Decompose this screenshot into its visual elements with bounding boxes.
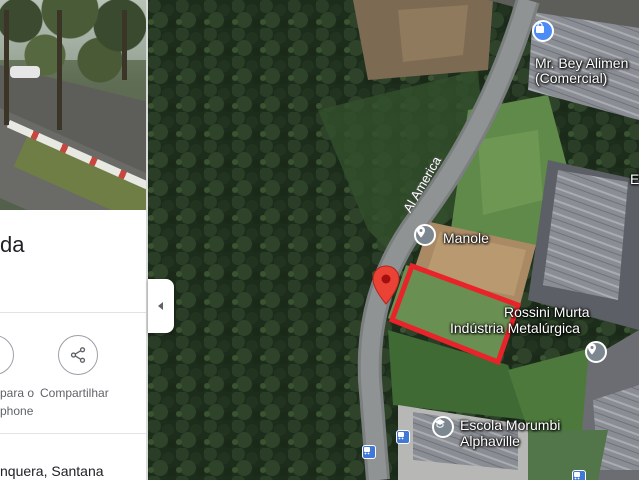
share-label: Compartilhar — [40, 386, 109, 400]
photo-tree-trunk — [4, 10, 9, 125]
panel-edge — [146, 0, 148, 480]
share-icon — [70, 347, 86, 363]
collapse-panel-button[interactable] — [148, 279, 174, 333]
property-boundary-outline — [388, 262, 522, 366]
poi-partial-label[interactable]: E — [630, 172, 639, 187]
shopping-bag-icon — [536, 22, 544, 33]
school-icon — [435, 419, 445, 428]
send-to-phone-label-line1: para o — [0, 386, 35, 400]
poi-rossini-name[interactable]: Rossini Murta — [504, 305, 590, 320]
poi-mr-bey-category: (Comercial) — [535, 70, 608, 86]
bus-stop-icon[interactable] — [572, 470, 586, 480]
poi-mr-bey-name[interactable]: Mr. Bey Alimen — [535, 56, 628, 71]
divider — [0, 312, 146, 313]
poi-escola-name-line2: Alphaville — [460, 433, 520, 449]
poi-manole-marker[interactable] — [414, 224, 436, 246]
map-pin-icon — [588, 343, 596, 355]
poi-rossini-category: Indústria Metalúrgica — [450, 320, 580, 336]
place-title: da — [0, 232, 25, 257]
map-pin-icon — [417, 226, 425, 238]
poi-mr-bey-marker[interactable] — [532, 20, 554, 42]
poi-manole-name[interactable]: Manole — [443, 231, 489, 246]
photo-car — [10, 66, 40, 78]
chevron-left-icon — [158, 302, 163, 310]
poi-rossini-marker[interactable] — [585, 341, 607, 363]
photo-tree-trunk — [57, 10, 62, 130]
bus-stop-icon[interactable] — [362, 445, 376, 459]
poi-escola-name[interactable]: Escola Morumbi — [460, 418, 560, 433]
poi-escola-marker[interactable] — [432, 416, 454, 438]
place-details-panel: da para o phone Compartilhar nquera, San… — [0, 0, 146, 480]
divider — [0, 433, 146, 434]
photo-tree-trunk — [122, 10, 127, 80]
bus-stop-icon[interactable] — [396, 430, 410, 444]
location-pin-icon[interactable] — [371, 265, 401, 305]
satellite-map[interactable]: Al America Mr. Bey Alimen (Comercial) Ma… — [148, 0, 639, 480]
place-photo[interactable] — [0, 0, 146, 210]
send-to-phone-label-line2: phone — [0, 404, 34, 418]
send-to-phone-button[interactable] — [0, 335, 14, 375]
share-button[interactable] — [58, 335, 98, 375]
place-address: nquera, Santana — [0, 463, 104, 479]
